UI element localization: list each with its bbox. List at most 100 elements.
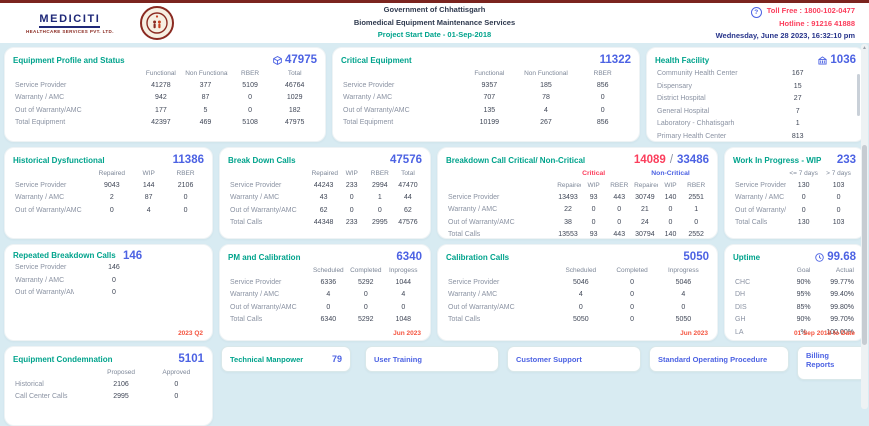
cell-value: 0 <box>111 276 116 284</box>
panel-pm-calibration: PM and Calibration 6340 Scheduled Complet… <box>219 244 431 341</box>
table-row: Total Calls 5050 0 5050 <box>446 314 709 327</box>
cell-value: 99.80% <box>830 303 854 311</box>
row-label: Total Calls <box>230 219 263 227</box>
cell-value: 0 <box>694 218 699 226</box>
cell-value: 95% <box>796 291 811 299</box>
breakdown-critical-badge[interactable]: 14089 / 33486 <box>634 154 709 166</box>
data-table: Repaired WIP RBER Service Provider 9043 144 21… <box>13 168 204 217</box>
customer-support-button[interactable]: Customer Support <box>507 346 641 372</box>
historical-dysfunctional-table: Repaired WIP RBER Service Provider 9043 144 21… <box>13 168 204 217</box>
page-scrollbar[interactable]: ▲ <box>861 44 868 409</box>
cell-value: 30794 <box>635 231 655 239</box>
cell-value: 185 <box>540 81 552 89</box>
cell-value: 0 <box>363 291 368 299</box>
health-facility-badge[interactable]: 1036 <box>818 54 856 66</box>
help-icon[interactable]: ? <box>750 6 762 18</box>
cell-value: 0 <box>630 278 635 286</box>
header-row: Functional Non Functional RBER <box>341 68 631 80</box>
column-header: Scheduled <box>565 267 597 274</box>
cell-value: 0 <box>681 303 686 311</box>
cell-value: 0 <box>801 194 806 202</box>
repeated-breakdown-badge[interactable]: 146 <box>123 250 142 262</box>
equipment-condemnation-table: Proposed Approved Historical 2106 0 Call Cent… <box>13 367 204 404</box>
cell-value: 9043 <box>104 181 120 189</box>
breakdown-calls-badge[interactable]: 47576 <box>390 154 422 166</box>
technical-manpower-box[interactable]: Technical Manpower 79 <box>221 346 351 372</box>
clock-icon <box>815 252 824 262</box>
cell-value: 0 <box>668 206 673 214</box>
row-label: Service Provider <box>230 181 282 189</box>
row-label: Out of Warranty/AMC <box>230 206 297 214</box>
scroll-up-icon[interactable]: ▲ <box>861 45 868 51</box>
cell-value: 1044 <box>395 278 412 286</box>
cell-value: 0 <box>617 206 622 214</box>
cell-value: 0 <box>591 206 596 214</box>
spacer-cell <box>446 265 555 277</box>
table-row: Warranty / AMC 4 0 4 <box>446 289 709 302</box>
cube-icon <box>273 55 282 65</box>
sop-label: Standard Operating Procedure <box>658 354 768 364</box>
technical-manpower-label: Technical Manpower <box>230 354 304 364</box>
cell-value: 99.40% <box>830 291 854 299</box>
uptime-badge[interactable]: 99.68 <box>815 251 856 263</box>
badge-noncritical-value: 33486 <box>677 154 709 166</box>
repeated-breakdown-table: Service Provider 146 Warranty / AMC 0 Out of… <box>13 262 204 300</box>
table-row: Service Provider 44243 233 2994 47470 <box>228 180 422 193</box>
panel-scrollbar[interactable] <box>857 74 860 116</box>
mediciti-logo: MEDICITI HEALTHCARE SERVICES PVT. LTD. <box>26 13 114 34</box>
equipment-profile-badge[interactable]: 47975 <box>273 54 317 66</box>
cell-value: 78 <box>542 94 550 102</box>
cell-value: 0 <box>248 94 253 102</box>
badge-separator: / <box>669 154 674 166</box>
table-row: Out of Warranty/AMC 0 4 0 <box>13 205 204 218</box>
user-training-button[interactable]: User Training <box>365 346 499 372</box>
cell-value: 4 <box>681 291 686 299</box>
badge-value: 233 <box>836 154 856 166</box>
row-label: CHC <box>735 278 751 286</box>
critical-equipment-badge[interactable]: 11322 <box>600 54 631 66</box>
calibration-calls-badge[interactable]: 5050 <box>683 251 709 263</box>
cell-value: 0 <box>326 303 331 311</box>
table-row: Total Calls 130 103 <box>733 217 856 230</box>
header-row: Scheduled Completed Inprogess <box>228 265 422 277</box>
cell-value: 0 <box>668 218 673 226</box>
row-label: Service Provider <box>230 278 282 286</box>
panel-title: Uptime <box>733 252 761 262</box>
column-header: <= 7 days <box>789 170 818 177</box>
cell-value: 0 <box>377 206 382 214</box>
wip-badge[interactable]: 233 <box>837 154 856 166</box>
row-label: Out of Warranty/AMC <box>15 206 82 214</box>
cell-value: 1 <box>694 206 699 214</box>
billing-reports-button[interactable]: Billing Reports <box>797 346 867 380</box>
cell-value: 7 <box>795 107 800 115</box>
cell-value: 5050 <box>573 316 589 324</box>
row-label: District Hospital <box>657 95 706 102</box>
user-training-label: User Training <box>374 354 422 364</box>
cell-value: 140 <box>664 231 677 239</box>
equipment-condemnation-badge[interactable]: 5101 <box>178 353 204 365</box>
health-facility-list: Community Health Center 167 Dispensary 15 Di… <box>655 68 856 143</box>
dashboard-row-1: Equipment Profile and Status 47975 Funct… <box>4 47 865 142</box>
row-label: Warranty / AMC <box>15 276 65 284</box>
standard-operating-procedure-button[interactable]: Standard Operating Procedure <box>649 346 789 372</box>
table-row: Out of Warranty/AMC 0 0 0 <box>228 302 422 315</box>
data-table: CriticalNon-CriticalRepairedWIPRBERRepai… <box>446 168 709 242</box>
cell-value: 44 <box>404 194 412 202</box>
row-label: LA <box>735 328 744 336</box>
cell-value: 856 <box>596 119 609 127</box>
pm-calibration-badge[interactable]: 6340 <box>396 251 422 263</box>
table-row: Laboratory - Chhatisgarh 1 <box>655 118 856 131</box>
table-row: Service Provider 5046 0 5046 <box>446 277 709 290</box>
row-label: Warranty / AMC <box>448 206 498 214</box>
historical-dysfunctional-badge[interactable]: 11386 <box>173 154 204 166</box>
scrollbar-thumb[interactable] <box>862 145 867 345</box>
cell-value: 2 <box>109 194 114 202</box>
cell-value: 93 <box>589 231 598 239</box>
cell-value: 130 <box>797 181 810 189</box>
badge-value: 5101 <box>178 353 204 365</box>
customer-support-label: Customer Support <box>516 354 582 364</box>
row-label: Warranty / AMC <box>343 94 393 102</box>
cell-value: 707 <box>483 94 496 102</box>
cell-value: 5109 <box>242 81 258 89</box>
cell-value: 87 <box>201 94 210 102</box>
